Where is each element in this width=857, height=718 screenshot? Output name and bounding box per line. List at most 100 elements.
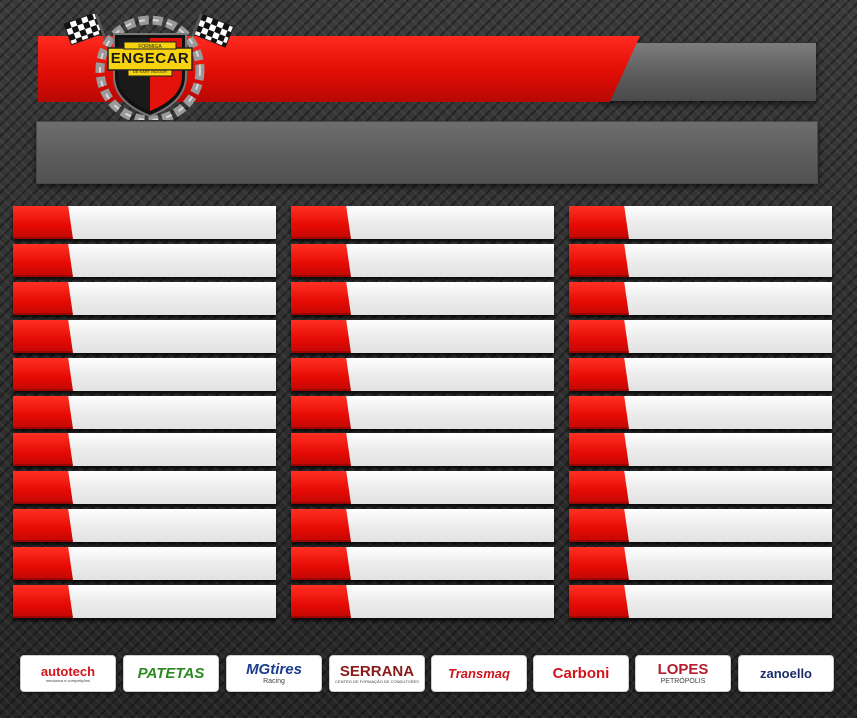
- position-badge: [13, 358, 73, 391]
- sponsor-name: Carboni: [552, 665, 610, 682]
- driver-name-slot: [77, 358, 276, 391]
- sponsor-logo-mgtires: MGtires Racing: [226, 655, 322, 692]
- sponsor-name: autotech: [40, 663, 96, 679]
- position-badge: [291, 320, 351, 353]
- driver-name-slot: [633, 547, 832, 580]
- position-badge: [569, 471, 629, 504]
- sponsor-logo-autotech: autotech mecânica e competições: [20, 655, 116, 692]
- standing-cell: [569, 471, 832, 504]
- driver-name-slot: [355, 547, 554, 580]
- position-badge: [569, 320, 629, 353]
- logo-bottom-text: DE KART INDOOR: [132, 69, 168, 74]
- sponsor-name: PATETAS: [137, 665, 205, 682]
- driver-name-slot: [355, 396, 554, 429]
- position-badge: [569, 206, 629, 239]
- driver-name-slot: [77, 547, 276, 580]
- sponsor-logo-transmaq: Transmaq: [431, 655, 527, 692]
- driver-name-slot: [77, 585, 276, 618]
- standing-cell: [13, 320, 276, 353]
- sponsor-logo-carboni: Carboni: [533, 655, 629, 692]
- sponsor-name: Transmaq: [448, 666, 510, 681]
- driver-name-slot: [355, 471, 554, 504]
- position-badge: [13, 320, 73, 353]
- standing-cell: [569, 509, 832, 542]
- driver-name-slot: [77, 320, 276, 353]
- standing-cell: [13, 433, 276, 466]
- standing-cell: [291, 547, 554, 580]
- sponsor-logo-zanoello: zanoello: [738, 655, 834, 692]
- standing-cell: [291, 471, 554, 504]
- standing-cell: [291, 206, 554, 239]
- driver-name-slot: [633, 585, 832, 618]
- driver-name-slot: [77, 396, 276, 429]
- standing-cell: [13, 471, 276, 504]
- sponsor-logo-content: Carboni: [553, 666, 610, 681]
- sponsor-name: zanoello: [759, 666, 812, 681]
- standing-cell: [569, 244, 832, 277]
- position-badge: [13, 585, 73, 618]
- standing-cell: [569, 433, 832, 466]
- sponsor-logo-content: zanoello: [760, 667, 812, 680]
- sponsors-bar: autotech mecânica e competições PATETAS MGt…: [20, 655, 837, 692]
- position-badge: [291, 509, 351, 542]
- position-badge: [291, 206, 351, 239]
- driver-name-slot: [633, 282, 832, 315]
- driver-name-slot: [633, 206, 832, 239]
- driver-name-slot: [355, 320, 554, 353]
- driver-name-slot: [77, 282, 276, 315]
- driver-name-slot: [355, 433, 554, 466]
- standing-cell: [13, 509, 276, 542]
- sponsor-logo-lopes: LOPES PETRÓPOLIS: [635, 655, 731, 692]
- position-badge: [291, 358, 351, 391]
- sponsor-logo-serrana: SERRANA CENTRO DE FORMAÇÃO DE CONDUTORES: [329, 655, 425, 692]
- standing-cell: [569, 282, 832, 315]
- driver-name-slot: [355, 282, 554, 315]
- sponsor-tagline: Racing: [263, 678, 285, 685]
- standing-cell: [291, 282, 554, 315]
- driver-name-slot: [633, 358, 832, 391]
- engecar-logo: FORMIGA ENGECAR DE KART INDOOR: [62, 11, 238, 125]
- position-badge: [13, 244, 73, 277]
- standing-cell: [291, 585, 554, 618]
- position-badge: [291, 585, 351, 618]
- standing-cell: [291, 433, 554, 466]
- standing-cell: [13, 358, 276, 391]
- sponsor-name: SERRANA: [339, 662, 415, 680]
- standing-cell: [13, 244, 276, 277]
- logo-emblem-icon: [63, 11, 235, 125]
- driver-name-slot: [77, 244, 276, 277]
- standing-cell: [13, 396, 276, 429]
- position-badge: [291, 547, 351, 580]
- standing-cell: [13, 547, 276, 580]
- driver-name-slot: [77, 206, 276, 239]
- position-badge: [13, 547, 73, 580]
- driver-name-slot: [633, 509, 832, 542]
- sponsor-name: LOPES: [657, 661, 709, 678]
- position-badge: [569, 547, 629, 580]
- driver-name-slot: [355, 509, 554, 542]
- position-badge: [569, 282, 629, 315]
- standing-cell: [569, 396, 832, 429]
- sponsor-logo-content: Transmaq: [448, 667, 510, 680]
- standing-cell: [569, 206, 832, 239]
- driver-name-slot: [77, 433, 276, 466]
- sponsor-logo-content: SERRANA CENTRO DE FORMAÇÃO DE CONDUTORES: [335, 664, 419, 684]
- standing-cell: [291, 320, 554, 353]
- position-badge: [13, 206, 73, 239]
- driver-name-slot: [355, 358, 554, 391]
- standing-cell: [13, 282, 276, 315]
- logo-main-text: ENGECAR: [110, 50, 190, 67]
- standing-cell: [13, 585, 276, 618]
- position-badge: [13, 433, 73, 466]
- driver-name-slot: [77, 509, 276, 542]
- driver-name-slot: [633, 433, 832, 466]
- sponsor-tagline: mecânica e competições: [45, 677, 90, 683]
- position-badge: [291, 433, 351, 466]
- position-badge: [569, 396, 629, 429]
- position-badge: [13, 471, 73, 504]
- position-badge: [13, 282, 73, 315]
- sponsor-logo-content: PATETAS: [138, 666, 205, 681]
- driver-name-slot: [355, 206, 554, 239]
- subheader-bar: [36, 121, 818, 184]
- driver-name-slot: [633, 320, 832, 353]
